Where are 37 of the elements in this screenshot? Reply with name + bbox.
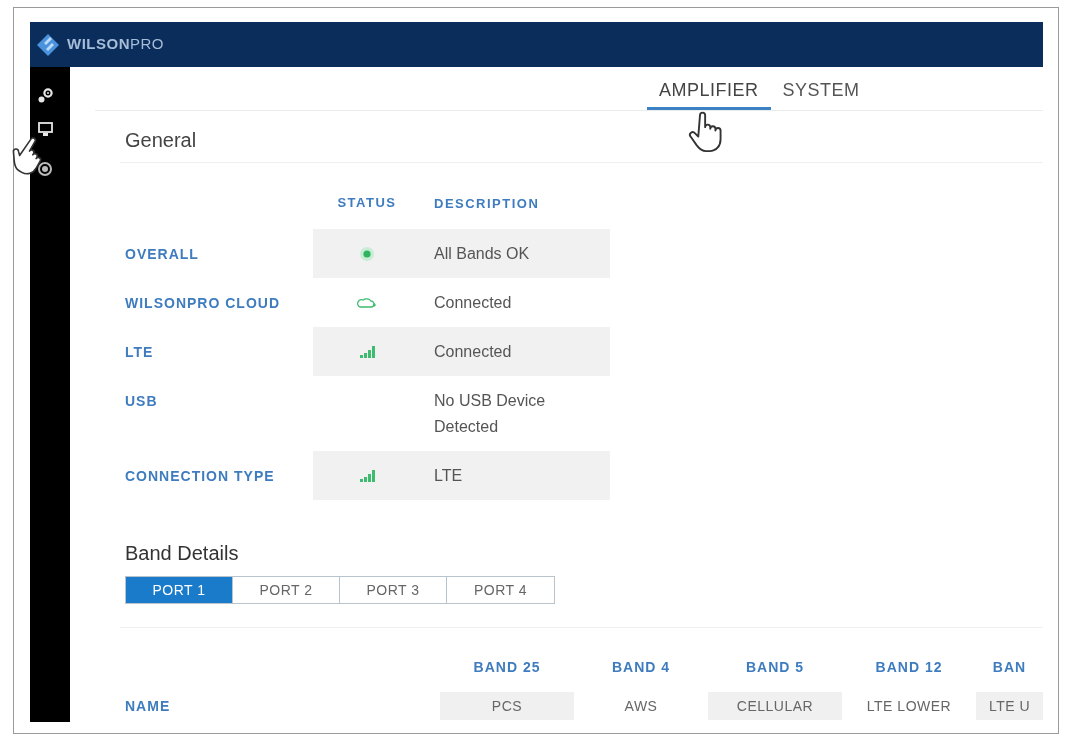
- status-dot-icon: [360, 246, 374, 261]
- tab[interactable]: AMPLIFIER: [647, 67, 771, 110]
- status-description: All Bands OK: [434, 243, 530, 264]
- signal-bars-icon: [359, 345, 375, 358]
- row-label: LTE: [125, 343, 154, 360]
- status-description: Connected: [434, 292, 512, 313]
- band-name: LTE U: [988, 696, 1031, 716]
- tab[interactable]: SYSTEM: [770, 67, 872, 110]
- gear-icon[interactable]: [38, 88, 53, 103]
- section-heading: General: [125, 129, 197, 151]
- row-label: CONNECTION TYPE: [125, 467, 275, 484]
- row-label: NAME: [125, 696, 171, 716]
- band-name: CELLULAR: [736, 696, 814, 716]
- row-label: USB: [125, 392, 158, 409]
- column-header: BAND 12: [875, 657, 943, 677]
- row-label: OVERALL: [125, 245, 199, 262]
- port-tab[interactable]: PORT 1: [126, 577, 233, 603]
- section-heading: Band Details: [125, 542, 239, 564]
- logo-text: WILSONPRO: [67, 34, 164, 55]
- column-header: STATUS: [337, 194, 397, 213]
- cloud-icon: [357, 297, 377, 308]
- signal-bars-icon: [359, 469, 375, 482]
- diamond-logo-icon: [37, 33, 59, 56]
- monitor-icon[interactable]: [38, 122, 53, 137]
- status-description: No USB Device Detected: [434, 390, 547, 437]
- row-label: WILSONPRO CLOUD: [125, 294, 280, 311]
- circle-icon[interactable]: [38, 162, 52, 176]
- column-header: BAND 5: [745, 657, 805, 677]
- status-description: LTE: [434, 465, 463, 486]
- band-name: LTE LOWER: [866, 696, 952, 716]
- band-name: PCS: [491, 696, 523, 716]
- column-header: DESCRIPTION: [434, 196, 540, 211]
- status-description: Connected: [434, 341, 512, 362]
- band-name: AWS: [624, 696, 658, 716]
- column-header: BAND 25: [473, 657, 541, 677]
- column-header: BAND 4: [611, 657, 671, 677]
- column-header: BAN: [992, 657, 1027, 677]
